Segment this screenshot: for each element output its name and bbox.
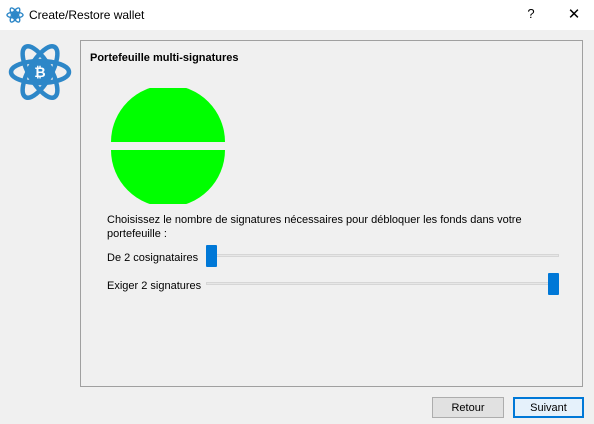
instructions-text: Choisissez le nombre de signatures néces… — [107, 214, 522, 240]
help-button[interactable]: ? — [524, 6, 538, 21]
cosigners-slider[interactable] — [206, 245, 559, 267]
signatures-label: Exiger 2 signatures — [107, 280, 202, 292]
back-button[interactable]: Retour — [432, 397, 504, 418]
multisig-indicator-icon — [111, 88, 225, 204]
signatures-slider[interactable] — [206, 273, 559, 295]
next-button[interactable]: Suivant — [513, 397, 584, 418]
close-button[interactable]: ✕ — [566, 5, 582, 23]
cosigners-label: De 2 cosignataires — [107, 252, 199, 264]
slider-track — [206, 254, 559, 257]
title-bar: Create/Restore wallet ? ✕ — [0, 0, 594, 30]
electrum-logo-icon: ₿ — [8, 44, 72, 100]
slider-thumb[interactable] — [206, 245, 217, 267]
slider-track — [206, 282, 559, 285]
svg-text:₿: ₿ — [34, 65, 45, 81]
window-title: Create/Restore wallet — [29, 8, 145, 22]
multisig-panel: Portefeuille multi-signatures Choisissez… — [80, 40, 583, 387]
panel-title: Portefeuille multi-signatures — [90, 52, 239, 64]
electrum-atom-icon — [6, 7, 24, 23]
slider-thumb[interactable] — [548, 273, 559, 295]
